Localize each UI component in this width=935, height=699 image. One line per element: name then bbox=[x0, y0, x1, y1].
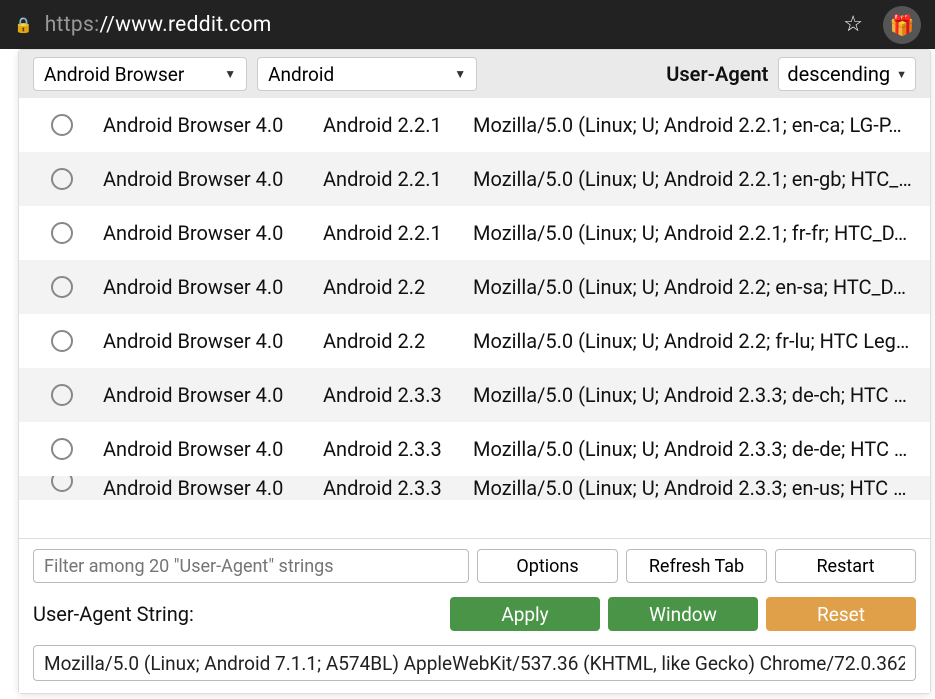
chevron-down-icon: ▼ bbox=[454, 67, 466, 81]
browser-cell: Android Browser 4.0 bbox=[103, 221, 323, 245]
os-cell: Android 2.2 bbox=[323, 329, 473, 353]
lock-icon: 🔒 bbox=[14, 16, 33, 34]
os-cell: Android 2.2 bbox=[323, 275, 473, 299]
list-item[interactable]: Android Browser 4.0Android 2.2.1Mozilla/… bbox=[19, 152, 930, 206]
os-cell: Android 2.2.1 bbox=[323, 113, 473, 137]
bookmark-star-icon[interactable]: ☆ bbox=[843, 12, 863, 37]
refresh-tab-button[interactable]: Refresh Tab bbox=[626, 549, 767, 583]
ua-cell: Mozilla/5.0 (Linux; U; Android 2.3.3; en… bbox=[473, 476, 916, 500]
filter-input[interactable] bbox=[33, 549, 469, 583]
chevron-down-icon: ▼ bbox=[896, 68, 907, 81]
os-filter-dropdown[interactable]: Android ▼ bbox=[257, 57, 477, 91]
apply-button[interactable]: Apply bbox=[450, 597, 600, 631]
list-item[interactable]: Android Browser 4.0Android 2.2.1Mozilla/… bbox=[19, 206, 930, 260]
user-agent-panel: Android Browser ▼ Android ▼ User-Agent d… bbox=[18, 49, 931, 694]
list-item[interactable]: Android Browser 4.0Android 2.2Mozilla/5.… bbox=[19, 260, 930, 314]
browser-cell: Android Browser 4.0 bbox=[103, 437, 323, 461]
ua-cell: Mozilla/5.0 (Linux; U; Android 2.2.1; fr… bbox=[473, 221, 916, 245]
radio-button[interactable] bbox=[51, 330, 73, 352]
ua-cell: Mozilla/5.0 (Linux; U; Android 2.2; fr-l… bbox=[473, 329, 916, 353]
list-item[interactable]: Android Browser 4.0Android 2.3.3Mozilla/… bbox=[19, 422, 930, 476]
options-button[interactable]: Options bbox=[477, 549, 618, 583]
list-item[interactable]: Android Browser 4.0Android 2.2Mozilla/5.… bbox=[19, 314, 930, 368]
browser-cell: Android Browser 4.0 bbox=[103, 383, 323, 407]
sort-label: User-Agent bbox=[666, 62, 768, 86]
os-cell: Android 2.3.3 bbox=[323, 383, 473, 407]
radio-button[interactable] bbox=[51, 476, 73, 492]
ua-string-label: User-Agent String: bbox=[33, 602, 194, 626]
dropdown-label: Android Browser bbox=[44, 63, 184, 86]
browser-cell: Android Browser 4.0 bbox=[103, 167, 323, 191]
radio-button[interactable] bbox=[51, 222, 73, 244]
profile-avatar[interactable]: 🎁 bbox=[883, 6, 921, 44]
ua-cell: Mozilla/5.0 (Linux; U; Android 2.3.3; de… bbox=[473, 383, 916, 407]
list-item[interactable]: Android Browser 4.0Android 2.3.3Mozilla/… bbox=[19, 368, 930, 422]
radio-button[interactable] bbox=[51, 114, 73, 136]
radio-button[interactable] bbox=[51, 168, 73, 190]
browser-cell: Android Browser 4.0 bbox=[103, 476, 323, 500]
ua-cell: Mozilla/5.0 (Linux; U; Android 2.2.1; en… bbox=[473, 113, 916, 137]
sort-order-dropdown[interactable]: descending ▼ bbox=[778, 57, 916, 91]
panel-header: Android Browser ▼ Android ▼ User-Agent d… bbox=[19, 50, 930, 98]
dropdown-label: descending bbox=[787, 62, 890, 86]
radio-button[interactable] bbox=[51, 276, 73, 298]
reset-button[interactable]: Reset bbox=[766, 597, 916, 631]
ua-string-input[interactable] bbox=[33, 645, 916, 681]
browser-address-bar: 🔒 https://www.reddit.com ☆ 🎁 bbox=[0, 0, 935, 49]
list-item[interactable]: Android Browser 4.0Android 2.2.1Mozilla/… bbox=[19, 98, 930, 152]
window-button[interactable]: Window bbox=[608, 597, 758, 631]
dropdown-label: Android bbox=[268, 63, 334, 86]
browser-cell: Android Browser 4.0 bbox=[103, 275, 323, 299]
browser-cell: Android Browser 4.0 bbox=[103, 113, 323, 137]
restart-button[interactable]: Restart bbox=[775, 549, 916, 583]
os-cell: Android 2.2.1 bbox=[323, 167, 473, 191]
chevron-down-icon: ▼ bbox=[224, 67, 236, 81]
ua-cell: Mozilla/5.0 (Linux; U; Android 2.3.3; de… bbox=[473, 437, 916, 461]
user-agent-list: Android Browser 4.0Android 2.2.1Mozilla/… bbox=[19, 98, 930, 538]
list-item[interactable]: Android Browser 4.0Android 2.3.3Mozilla/… bbox=[19, 476, 930, 500]
browser-cell: Android Browser 4.0 bbox=[103, 329, 323, 353]
os-cell: Android 2.2.1 bbox=[323, 221, 473, 245]
url-text[interactable]: https://www.reddit.com bbox=[45, 13, 832, 37]
browser-filter-dropdown[interactable]: Android Browser ▼ bbox=[33, 57, 247, 91]
radio-button[interactable] bbox=[51, 384, 73, 406]
ua-cell: Mozilla/5.0 (Linux; U; Android 2.2; en-s… bbox=[473, 275, 916, 299]
ua-cell: Mozilla/5.0 (Linux; U; Android 2.2.1; en… bbox=[473, 167, 916, 191]
panel-footer: Options Refresh Tab Restart User-Agent S… bbox=[19, 538, 930, 693]
os-cell: Android 2.3.3 bbox=[323, 476, 473, 500]
os-cell: Android 2.3.3 bbox=[323, 437, 473, 461]
radio-button[interactable] bbox=[51, 438, 73, 460]
